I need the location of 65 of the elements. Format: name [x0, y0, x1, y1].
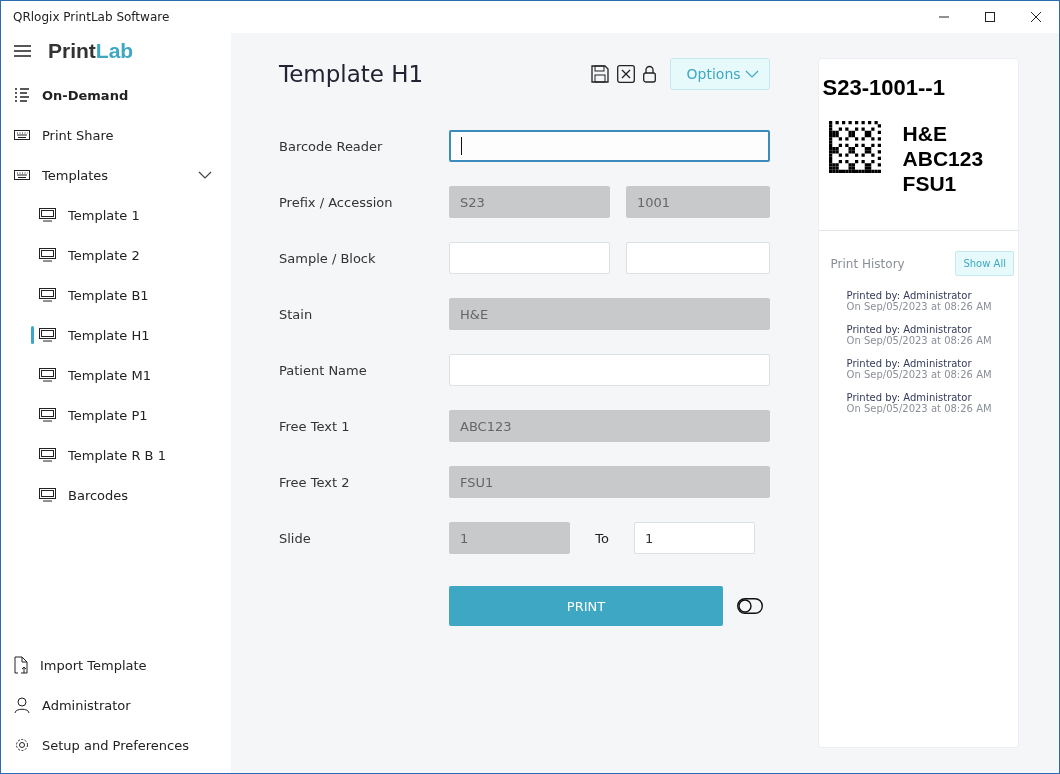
template-item[interactable]: Template B1: [1, 275, 231, 315]
settings-icon: [14, 737, 30, 753]
template-item[interactable]: Template 1: [1, 195, 231, 235]
monitor-icon: [39, 368, 56, 382]
input-field[interactable]: [449, 130, 770, 162]
nav-item[interactable]: Import Template: [1, 645, 231, 685]
label-text: FSU1: [902, 171, 958, 196]
field-label: Free Text 1: [279, 418, 351, 434]
close-icon[interactable]: [1030, 11, 1042, 23]
history-time: On Sep/05/2023 at 08:26 AM: [846, 335, 993, 346]
history-time: On Sep/05/2023 at 08:26 AM: [846, 301, 993, 312]
nav-item[interactable]: Administrator: [1, 685, 231, 725]
monitor-icon: [39, 248, 56, 262]
keyboard-icon: [14, 130, 30, 140]
monitor-icon: [39, 288, 56, 302]
nav-item[interactable]: Templates: [1, 155, 231, 195]
history-printer: Printed by: Administrator: [846, 358, 972, 369]
save-icon[interactable]: [590, 65, 609, 83]
field-label: Prefix / Accession: [279, 194, 394, 210]
history-title: Print History: [830, 256, 905, 271]
input-field[interactable]: 1: [634, 522, 755, 554]
monitor-icon: [39, 408, 56, 422]
list-icon: [14, 88, 30, 102]
history-time: On Sep/05/2023 at 08:26 AM: [846, 369, 993, 380]
monitor-icon: [39, 488, 56, 502]
toggle-switch[interactable]: [737, 598, 763, 614]
template-item[interactable]: Template P1: [1, 395, 231, 435]
template-item[interactable]: Barcodes: [1, 475, 231, 515]
monitor-icon: [39, 208, 56, 222]
field-label: Free Text 2: [279, 474, 351, 490]
user-icon: [14, 696, 30, 714]
template-title: Template H1: [279, 61, 424, 87]
label-text: ABC123: [902, 146, 984, 171]
field-label: Sample / Block: [279, 250, 377, 266]
nav-item[interactable]: Print Share: [1, 115, 231, 155]
template-item[interactable]: Template M1: [1, 355, 231, 395]
to-label: To: [594, 530, 610, 546]
nav-item[interactable]: On-Demand: [1, 75, 231, 115]
window-title: QRlogix PrintLab Software: [13, 10, 170, 24]
template-item[interactable]: Template 2: [1, 235, 231, 275]
field-label: Barcode Reader: [279, 138, 384, 154]
monitor-icon: [39, 328, 56, 342]
history-time: On Sep/05/2023 at 08:26 AM: [846, 403, 993, 414]
label-id: S23-1001--1: [822, 75, 946, 101]
datamatrix-code: [828, 121, 881, 173]
document-icon: [14, 656, 28, 674]
history-printer: Printed by: Administrator: [846, 290, 972, 301]
field-label: Slide: [279, 530, 312, 546]
chevron-icon: [744, 70, 759, 78]
printlab-logo: PrintLab: [48, 39, 134, 63]
history-printer: Printed by: Administrator: [846, 392, 972, 403]
lock-icon[interactable]: [642, 65, 656, 83]
field-label: Patient Name: [279, 362, 368, 378]
keyboard-icon: [14, 170, 30, 180]
template-item[interactable]: Template R B 1: [1, 435, 231, 475]
nav-item[interactable]: Setup and Preferences: [1, 725, 231, 765]
menu-icon[interactable]: [14, 44, 32, 58]
field-label: Stain: [279, 306, 314, 322]
chevron-icon[interactable]: [198, 171, 212, 179]
history-printer: Printed by: Administrator: [846, 324, 972, 335]
maximize-icon[interactable]: [984, 11, 996, 23]
close-icon[interactable]: [616, 65, 635, 83]
label-text: H&E: [902, 121, 948, 146]
template-item[interactable]: Template H1: [1, 315, 231, 355]
monitor-icon: [39, 448, 56, 462]
